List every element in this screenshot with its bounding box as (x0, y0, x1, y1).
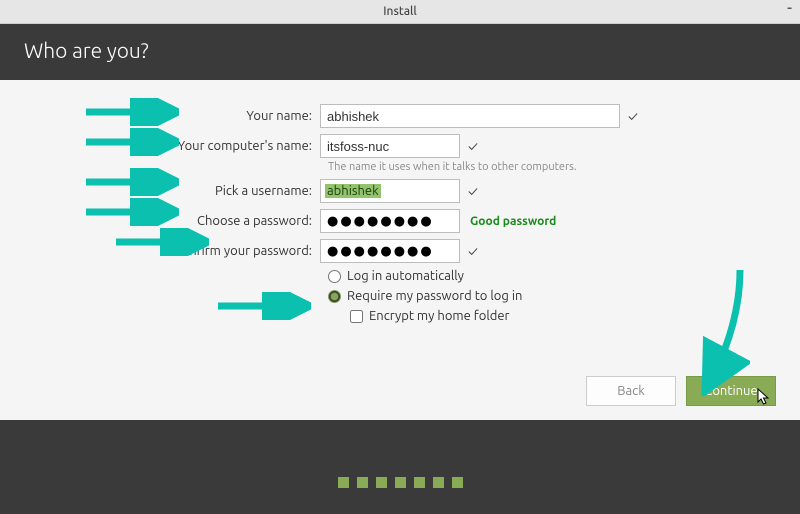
require-password-radio[interactable] (328, 290, 341, 303)
minimize-icon[interactable]: - (787, 2, 792, 14)
progress-dot (433, 477, 444, 488)
progress-dot (376, 477, 387, 488)
name-input[interactable] (320, 104, 620, 128)
username-input[interactable]: abhishek (320, 179, 460, 203)
encrypt-option[interactable]: Encrypt my home folder (350, 309, 770, 323)
window-titlebar: Install - (0, 0, 800, 24)
progress-dot (414, 477, 425, 488)
require-password-option[interactable]: Require my password to log in (328, 289, 770, 303)
auto-login-label: Log in automatically (347, 269, 464, 283)
computer-hint: The name it uses when it talks to other … (328, 161, 770, 173)
page-title: Who are you? (24, 38, 149, 62)
arrow-annotation (84, 98, 179, 126)
password-input[interactable]: ●●●●●●●● (320, 209, 460, 233)
progress-dots (338, 477, 463, 488)
auto-login-option[interactable]: Log in automatically (328, 269, 770, 283)
computer-input[interactable] (320, 134, 460, 158)
page-title-bar: Who are you? (0, 24, 800, 80)
arrow-annotation (84, 168, 179, 196)
progress-dot (338, 477, 349, 488)
window-title: Install (383, 5, 417, 18)
auto-login-radio[interactable] (328, 270, 341, 283)
login-options: Log in automatically Require my password… (328, 269, 770, 323)
action-bar: Back Continue (586, 376, 776, 406)
confirm-input[interactable]: ●●●●●●●● (320, 239, 460, 263)
user-form: Your name: ✓ Your computer's name: ✓ The… (170, 104, 770, 329)
password-strength: Good password (470, 215, 556, 228)
password-label: Choose a password: (170, 214, 320, 228)
username-row: Pick a username: abhishek ✓ (170, 179, 770, 203)
cursor-icon (757, 388, 771, 409)
progress-dot (452, 477, 463, 488)
content-area: Your name: ✓ Your computer's name: ✓ The… (0, 80, 800, 420)
computer-label: Your computer's name: (170, 139, 320, 153)
computer-row: Your computer's name: ✓ (170, 134, 770, 158)
check-icon: ✓ (628, 108, 638, 124)
username-selection: abhishek (325, 184, 381, 198)
arrow-annotation (84, 128, 179, 156)
encrypt-label: Encrypt my home folder (369, 309, 509, 323)
check-icon: ✓ (468, 183, 478, 199)
back-button[interactable]: Back (586, 376, 676, 406)
check-icon: ✓ (468, 138, 478, 154)
check-icon: ✓ (468, 243, 478, 259)
password-row: Choose a password: ●●●●●●●● Good passwor… (170, 209, 770, 233)
continue-button[interactable]: Continue (686, 376, 776, 406)
name-row: Your name: ✓ (170, 104, 770, 128)
progress-bar (0, 450, 800, 514)
progress-dot (357, 477, 368, 488)
require-password-label: Require my password to log in (347, 289, 522, 303)
arrow-annotation (84, 198, 179, 226)
confirm-label: Confirm your password: (170, 244, 320, 258)
encrypt-checkbox[interactable] (350, 310, 363, 323)
name-label: Your name: (170, 109, 320, 123)
confirm-row: Confirm your password: ●●●●●●●● ✓ (170, 239, 770, 263)
progress-dot (395, 477, 406, 488)
username-label: Pick a username: (170, 184, 320, 198)
